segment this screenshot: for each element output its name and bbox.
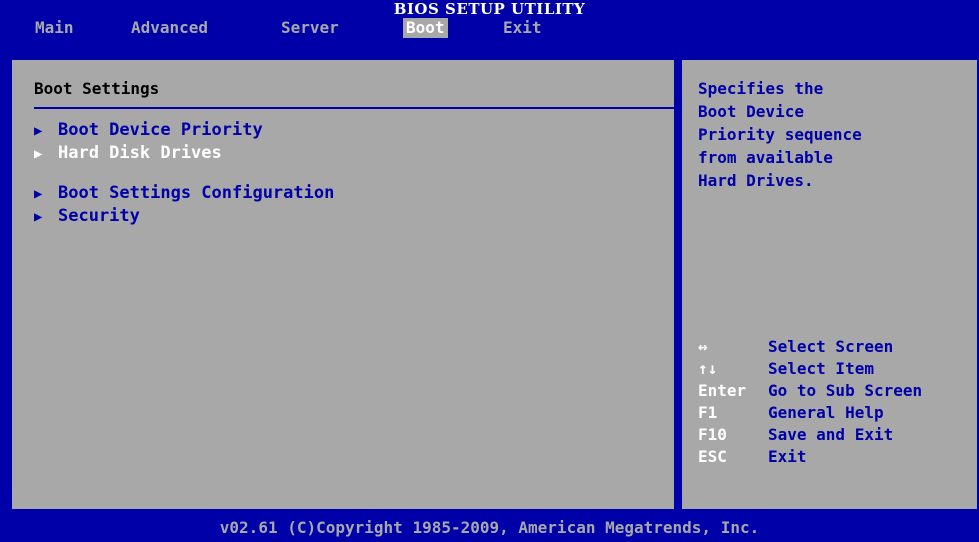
- help-panel: Specifies the Boot Device Priority seque…: [680, 58, 979, 511]
- key-name: ESC: [698, 447, 727, 466]
- triangle-right-icon: ▶: [34, 186, 43, 202]
- key-legend-row: Enter Go to Sub Screen: [698, 380, 979, 402]
- main-panel: Boot Settings ▶ Boot Device Priority ▶ Har…: [10, 58, 676, 511]
- key-legend-row: ↔ Select Screen: [698, 336, 979, 358]
- key-legend-row: ESC Exit: [698, 446, 979, 468]
- menu-item-label: Boot Settings Configuration: [58, 183, 335, 203]
- menu-item-boot-device-priority[interactable]: ▶ Boot Device Priority: [34, 119, 263, 141]
- tab-exit[interactable]: Exit: [500, 18, 545, 38]
- key-legend-row: F1 General Help: [698, 402, 979, 424]
- bios-screen: BIOS SETUP UTILITY Main Advanced Server …: [0, 0, 979, 542]
- menu-item-label: Boot Device Priority: [58, 120, 263, 140]
- menu-item-security[interactable]: ▶ Security: [34, 205, 140, 227]
- key-legend-row: ↑↓ Select Item: [698, 358, 979, 380]
- left-right-arrow-icon: ↔: [698, 337, 708, 356]
- menu-item-boot-settings-configuration[interactable]: ▶ Boot Settings Configuration: [34, 182, 334, 204]
- help-description: Specifies the Boot Device Priority seque…: [698, 79, 862, 190]
- menu-item-label: Hard Disk Drives: [58, 143, 222, 163]
- key-name: F1: [698, 403, 718, 422]
- menu-item-label: Security: [58, 206, 140, 226]
- triangle-right-icon: ▶: [34, 146, 43, 162]
- section-title: Boot Settings: [34, 79, 160, 98]
- tab-main[interactable]: Main: [32, 18, 77, 38]
- menu-bar: Main Advanced Server Boot Exit: [0, 18, 979, 40]
- menu-item-hard-disk-drives[interactable]: ▶ Hard Disk Drives: [34, 142, 222, 164]
- key-name: F10: [698, 425, 727, 444]
- key-legend: ↔ Select Screen ↑↓ Select Item Enter Go to …: [698, 336, 979, 468]
- window-title: BIOS SETUP UTILITY: [0, 0, 979, 18]
- copyright-footer: v02.61 (C)Copyright 1985-2009, American …: [0, 514, 979, 542]
- key-name: Enter: [698, 381, 747, 400]
- tab-server[interactable]: Server: [278, 18, 342, 38]
- section-divider: [34, 107, 674, 109]
- triangle-right-icon: ▶: [34, 123, 43, 139]
- key-description: Select Item: [768, 359, 874, 378]
- tab-advanced[interactable]: Advanced: [128, 18, 211, 38]
- key-description: Exit: [768, 447, 807, 466]
- up-down-arrow-icon: ↑↓: [698, 359, 718, 378]
- key-description: Select Screen: [768, 337, 894, 356]
- triangle-right-icon: ▶: [34, 209, 43, 225]
- key-description: General Help: [768, 403, 884, 422]
- key-legend-row: F10 Save and Exit: [698, 424, 979, 446]
- key-description: Go to Sub Screen: [768, 381, 923, 400]
- key-description: Save and Exit: [768, 425, 894, 444]
- tab-boot[interactable]: Boot: [403, 18, 448, 38]
